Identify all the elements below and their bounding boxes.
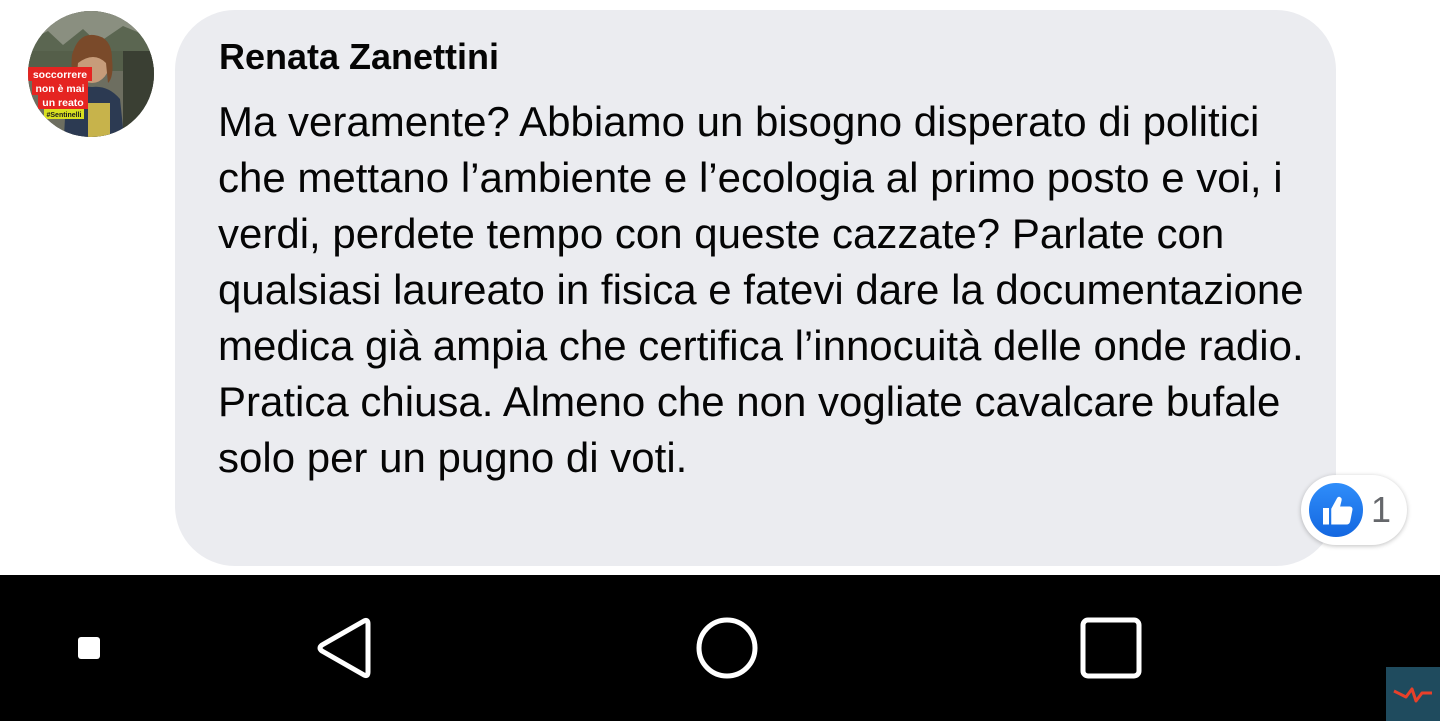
- comment-text: Ma veramente? Abbiamo un bisogno dispera…: [218, 98, 1304, 481]
- watermark-logo: [1386, 667, 1440, 721]
- avatar-overlay-line-3: un reato: [42, 97, 83, 109]
- avatar-overlay-line-1: soccorrere: [33, 69, 87, 81]
- menu-icon[interactable]: [78, 637, 100, 659]
- avatar-overlay-hashtag: #Sentinelli: [46, 112, 81, 119]
- comment-bubble: Renata Zanettini Ma veramente? Abbiamo u…: [175, 10, 1336, 566]
- like-icon: [1307, 481, 1365, 539]
- thumbs-up-glyph: [1323, 496, 1353, 525]
- author-avatar[interactable]: soccorrere non è mai un reato #Sentinell…: [28, 11, 154, 137]
- android-navigation-bar: [0, 575, 1440, 721]
- comment-author-name[interactable]: Renata Zanettini: [219, 36, 499, 78]
- reaction-count: 1: [1371, 489, 1392, 530]
- comment-area: soccorrere non è mai un reato #Sentinell…: [0, 0, 1440, 575]
- recent-apps-icon[interactable]: [1078, 615, 1144, 681]
- reaction-summary[interactable]: 1: [1301, 475, 1407, 545]
- screen: soccorrere non è mai un reato #Sentinell…: [0, 0, 1440, 721]
- back-icon[interactable]: [312, 615, 376, 681]
- avatar-campaign-overlay: soccorrere non è mai un reato #Sentinell…: [28, 67, 92, 119]
- home-icon[interactable]: [694, 615, 760, 681]
- avatar-overlay-line-2: non è mai: [35, 83, 84, 95]
